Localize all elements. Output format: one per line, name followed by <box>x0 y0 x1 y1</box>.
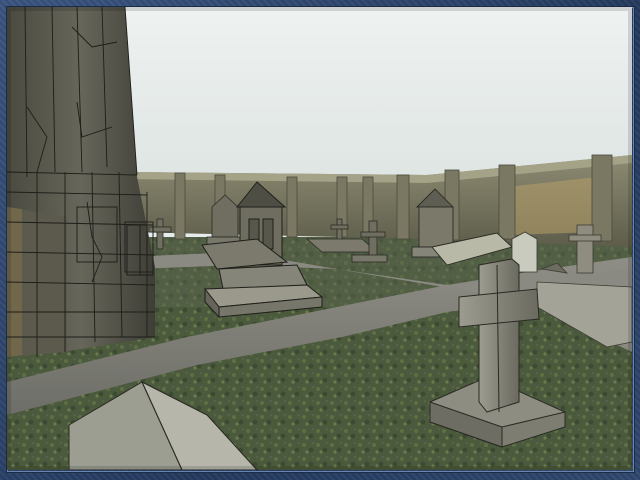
game-viewport[interactable] <box>7 7 632 470</box>
window-frame <box>0 0 640 480</box>
cemetery-scene <box>7 7 632 470</box>
